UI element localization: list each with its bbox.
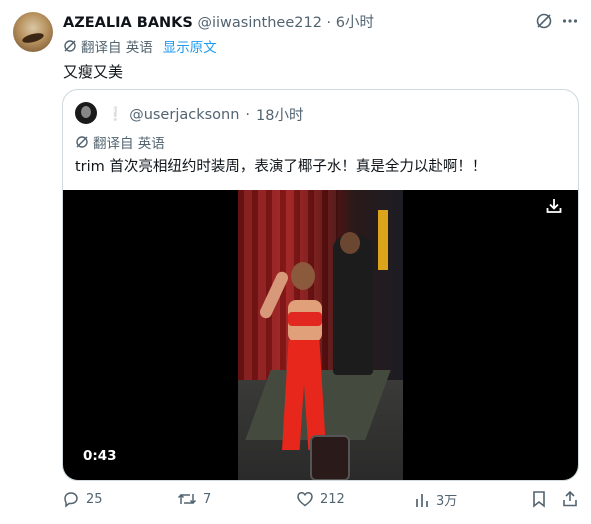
bar-chart-icon: [414, 491, 430, 509]
bookmark-button[interactable]: [531, 490, 547, 508]
views-button[interactable]: 3万: [414, 490, 457, 509]
quoted-tweet[interactable]: ❕ @userjacksonn · 18小时 翻译自 英语 trim 首次亮相纽…: [62, 89, 579, 481]
reply-count: 25: [86, 491, 103, 507]
author-avatar[interactable]: [13, 12, 53, 52]
video-bystander: [333, 235, 373, 375]
retweet-icon: [177, 490, 197, 508]
retweet-button[interactable]: 7: [177, 490, 211, 508]
grok-icon[interactable]: [535, 12, 553, 30]
tweet-header: AZEALIA BANKS @iiwasinthee212 · 6小时: [63, 11, 374, 32]
video-bystander-head: [340, 232, 360, 254]
video-player[interactable]: 0:43: [63, 190, 578, 480]
share-button[interactable]: [561, 490, 579, 508]
video-duration: 0:43: [83, 448, 117, 464]
quote-badge: ❕: [107, 107, 124, 122]
reply-button[interactable]: 25: [62, 490, 103, 508]
quote-header: ❕ @userjacksonn · 18小时: [107, 104, 303, 125]
tweet-time[interactable]: 6小时: [336, 15, 374, 31]
like-count: 212: [320, 491, 345, 507]
quote-separator: ·: [245, 106, 251, 123]
share-icon: [561, 490, 579, 508]
translated-from-label: 翻译自 英语: [81, 40, 153, 56]
video-performer-head: [291, 262, 315, 290]
show-original-link[interactable]: 显示原文: [163, 36, 217, 56]
video-frame: [238, 190, 403, 480]
quote-time[interactable]: 18小时: [256, 104, 303, 125]
translation-row: 翻译自 英语 显示原文: [63, 36, 217, 56]
video-performer-top: [288, 312, 322, 326]
action-bar: 25 7 212 3万: [0, 490, 591, 518]
more-options-icon[interactable]: [562, 13, 578, 29]
reply-icon: [62, 490, 80, 508]
quote-text: trim 首次亮相纽约时装周，表演了椰子水！真是全力以赴啊！！: [75, 159, 487, 175]
quote-translate-icon: [75, 135, 89, 149]
retweet-count: 7: [203, 491, 212, 507]
header-separator: ·: [326, 15, 332, 31]
bookmark-icon: [531, 490, 547, 508]
heart-icon: [296, 490, 314, 508]
video-phone: [310, 435, 350, 480]
quote-author-avatar[interactable]: [75, 102, 97, 124]
quote-handle[interactable]: @userjacksonn: [129, 107, 239, 123]
view-count: 3万: [436, 494, 458, 509]
author-handle[interactable]: @iiwasinthee212: [197, 15, 321, 31]
download-icon[interactable]: [545, 197, 563, 215]
quote-translated-from-label: 翻译自 英语: [93, 136, 165, 152]
like-button[interactable]: 212: [296, 490, 345, 508]
quote-translation-row: 翻译自 英语: [75, 132, 165, 152]
translate-icon: [63, 39, 77, 53]
tweet-text: 又瘦又美: [63, 63, 124, 81]
video-light: [378, 210, 388, 270]
author-name[interactable]: AZEALIA BANKS: [63, 15, 193, 31]
